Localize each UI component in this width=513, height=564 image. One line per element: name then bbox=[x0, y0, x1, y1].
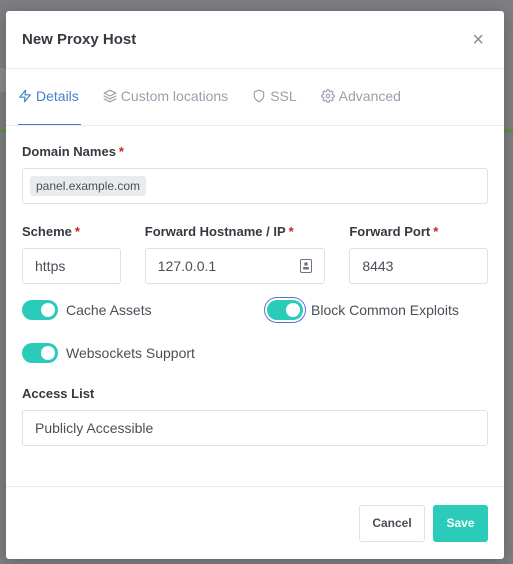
save-button[interactable]: Save bbox=[433, 504, 488, 542]
modal-body: Domain Names * panel.example.com Scheme * … bbox=[6, 126, 504, 446]
websockets-label: Websockets Support bbox=[66, 345, 195, 361]
domain-names-label-text: Domain Names bbox=[22, 144, 116, 159]
cache-assets-toggle[interactable]: Cache Assets bbox=[22, 300, 267, 320]
zap-icon bbox=[19, 89, 31, 103]
new-proxy-host-modal: New Proxy Host × Details Custom location… bbox=[6, 11, 504, 559]
scheme-label-text: Scheme bbox=[22, 224, 72, 239]
required-marker: * bbox=[288, 224, 294, 239]
tab-custom-locations-label: Custom locations bbox=[120, 88, 229, 104]
settings-icon bbox=[320, 89, 335, 103]
contact-card-icon[interactable] bbox=[300, 259, 313, 273]
forward-port-group: Forward Port * 8443 bbox=[349, 224, 488, 284]
modal-footer: Cancel Save bbox=[6, 486, 504, 559]
access-list-group: Access List Publicly Accessible bbox=[22, 386, 488, 446]
access-list-select[interactable]: Publicly Accessible bbox=[22, 410, 488, 446]
forward-host-label: Forward Hostname / IP * bbox=[145, 224, 326, 239]
access-list-value: Publicly Accessible bbox=[35, 420, 154, 436]
scheme-label: Scheme * bbox=[22, 224, 121, 239]
tab-advanced-label: Advanced bbox=[338, 88, 401, 104]
tab-bar: Details Custom locations SSL Advanced bbox=[6, 69, 504, 126]
scheme-group: Scheme * https bbox=[22, 224, 121, 284]
scheme-value: https bbox=[35, 258, 66, 274]
required-marker: * bbox=[74, 224, 80, 239]
forward-port-label-text: Forward Port bbox=[349, 224, 431, 239]
toggle-row-2: Websockets Support bbox=[22, 343, 488, 363]
tab-custom-locations[interactable]: Custom locations bbox=[103, 88, 230, 125]
cache-assets-switch[interactable] bbox=[22, 300, 58, 320]
required-marker: * bbox=[433, 224, 439, 239]
shield-icon bbox=[253, 89, 265, 103]
domain-names-input[interactable]: panel.example.com bbox=[22, 168, 488, 204]
tab-ssl-label: SSL bbox=[270, 88, 297, 104]
cancel-button[interactable]: Cancel bbox=[359, 504, 425, 542]
block-exploits-toggle[interactable]: Block Common Exploits bbox=[267, 300, 459, 320]
forward-port-input[interactable]: 8443 bbox=[349, 248, 488, 284]
websockets-toggle[interactable]: Websockets Support bbox=[22, 343, 195, 363]
tab-ssl[interactable]: SSL bbox=[252, 88, 298, 125]
toggle-row-1: Cache Assets Block Common Exploits bbox=[22, 300, 488, 320]
domain-tag[interactable]: panel.example.com bbox=[30, 176, 147, 196]
forward-host-group: Forward Hostname / IP * 127.0.0.1 bbox=[144, 224, 326, 284]
block-exploits-switch[interactable] bbox=[267, 300, 303, 320]
layers-icon bbox=[103, 89, 117, 103]
close-icon[interactable]: × bbox=[472, 30, 488, 50]
tab-advanced[interactable]: Advanced bbox=[320, 88, 403, 125]
forward-row: Scheme * https Forward Hostname / IP * 127… bbox=[22, 224, 488, 284]
tab-details[interactable]: Details bbox=[18, 88, 81, 125]
cache-assets-label: Cache Assets bbox=[66, 302, 152, 318]
forward-host-input[interactable]: 127.0.0.1 bbox=[144, 248, 326, 284]
domain-names-label: Domain Names * bbox=[22, 144, 488, 159]
forward-port-label: Forward Port * bbox=[349, 224, 488, 239]
websockets-switch[interactable] bbox=[22, 343, 58, 363]
required-marker: * bbox=[118, 144, 124, 159]
modal-header: New Proxy Host × bbox=[6, 11, 504, 69]
scheme-input[interactable]: https bbox=[22, 248, 121, 284]
block-exploits-label: Block Common Exploits bbox=[311, 302, 459, 318]
forward-port-value: 8443 bbox=[362, 258, 394, 274]
access-list-label: Access List bbox=[22, 386, 95, 401]
modal-title: New Proxy Host bbox=[22, 31, 137, 48]
forward-host-label-text: Forward Hostname / IP bbox=[144, 224, 286, 239]
tab-details-label: Details bbox=[36, 88, 79, 104]
forward-host-value: 127.0.0.1 bbox=[157, 258, 217, 274]
